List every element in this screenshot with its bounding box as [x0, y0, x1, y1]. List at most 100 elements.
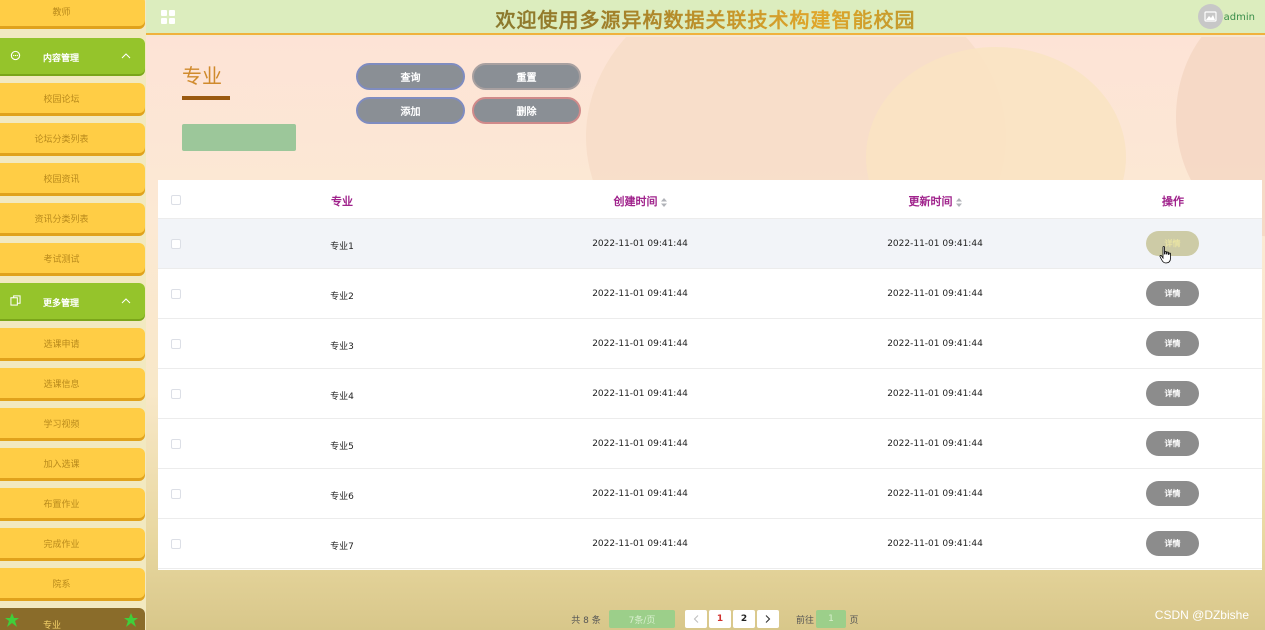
- cell-created: 2022-11-01 09:41:44: [592, 389, 688, 399]
- table-row[interactable]: 专业5 2022-11-01 09:41:44 2022-11-01 09:41…: [158, 419, 1262, 469]
- page-size-select[interactable]: 7条/页: [609, 610, 675, 628]
- sidebar-item-campus-forum[interactable]: 校园论坛: [0, 83, 145, 113]
- app-title: 欢迎使用多源异构数据关联技术构建智能校园: [146, 4, 1265, 33]
- row-checkbox[interactable]: [171, 289, 181, 299]
- cell-updated: 2022-11-01 09:41:44: [887, 489, 983, 499]
- sidebar-group-label: 内容管理: [43, 54, 80, 64]
- sidebar-group-label: 更多管理: [43, 299, 80, 309]
- row-checkbox[interactable]: [171, 539, 181, 549]
- cell-created: 2022-11-01 09:41:44: [592, 339, 688, 349]
- chevron-up-icon: [121, 53, 131, 59]
- row-checkbox[interactable]: [171, 489, 181, 499]
- watermark: CSDN @DZbishe: [1154, 608, 1249, 622]
- row-checkbox[interactable]: [171, 239, 181, 249]
- sidebar-item-news-category[interactable]: 资讯分类列表: [0, 203, 145, 233]
- next-page-button[interactable]: [757, 610, 779, 628]
- hand-cursor-icon: [1159, 246, 1171, 264]
- sidebar-group-more-management[interactable]: 更多管理: [0, 283, 145, 319]
- leaf-icon: [5, 613, 19, 627]
- goto-label: 前往: [795, 615, 814, 626]
- sidebar-item-forum-category[interactable]: 论坛分类列表: [0, 123, 145, 153]
- select-all-checkbox[interactable]: [171, 195, 181, 205]
- add-button[interactable]: 添加: [356, 97, 465, 124]
- table-row[interactable]: 专业2 2022-11-01 09:41:44 2022-11-01 09:41…: [158, 269, 1262, 319]
- chevron-up-icon: [121, 298, 131, 304]
- cell-updated: 2022-11-01 09:41:44: [887, 239, 983, 249]
- sidebar-item-complete-homework[interactable]: 完成作业: [0, 528, 145, 558]
- cell-created: 2022-11-01 09:41:44: [592, 239, 688, 249]
- table-row[interactable]: 专业6 2022-11-01 09:41:44 2022-11-01 09:41…: [158, 469, 1262, 519]
- cell-major: 专业6: [330, 492, 354, 502]
- sidebar-item-assign-homework[interactable]: 布置作业: [0, 488, 145, 518]
- cell-major: 专业4: [330, 392, 354, 402]
- query-button[interactable]: 查询: [356, 63, 465, 90]
- cell-created: 2022-11-01 09:41:44: [592, 539, 688, 549]
- cell-created: 2022-11-01 09:41:44: [592, 489, 688, 499]
- goto-page-input[interactable]: 1: [816, 610, 846, 628]
- table-row[interactable]: 专业7 2022-11-01 09:41:44 2022-11-01 09:41…: [158, 519, 1262, 569]
- cell-updated: 2022-11-01 09:41:44: [887, 339, 983, 349]
- leaf-icon: [124, 613, 138, 627]
- detail-button[interactable]: 详情: [1146, 381, 1199, 406]
- cell-major: 专业7: [330, 542, 354, 552]
- sidebar-item-major[interactable]: 专业: [0, 608, 145, 630]
- cell-major: 专业2: [330, 292, 354, 302]
- column-header-operation: 操作: [1162, 195, 1184, 208]
- prev-page-button[interactable]: [685, 610, 707, 628]
- cell-created: 2022-11-01 09:41:44: [592, 289, 688, 299]
- table-row[interactable]: 专业1 2022-11-01 09:41:44 2022-11-01 09:41…: [158, 219, 1262, 269]
- table-row[interactable]: 专业4 2022-11-01 09:41:44 2022-11-01 09:41…: [158, 369, 1262, 419]
- table-row[interactable]: 专业3 2022-11-01 09:41:44 2022-11-01 09:41…: [158, 319, 1262, 369]
- chevron-left-icon: [693, 615, 699, 623]
- reset-button[interactable]: 重置: [472, 63, 581, 90]
- pagination-total: 共 8 条: [571, 615, 601, 626]
- detail-button[interactable]: 详情: [1146, 531, 1199, 556]
- image-placeholder-icon: [1204, 11, 1217, 22]
- sidebar-item-teacher[interactable]: 教师: [0, 0, 145, 26]
- table-header-row: 专业 创建时间 更新时间 操作: [158, 180, 1262, 219]
- sidebar-group-content-management[interactable]: 内容管理: [0, 38, 145, 74]
- goto-suffix: 页: [849, 615, 859, 626]
- avatar[interactable]: [1198, 4, 1223, 29]
- cell-major: 专业1: [330, 242, 354, 252]
- sidebar-item-course-apply[interactable]: 选课申请: [0, 328, 145, 358]
- delete-button[interactable]: 删除: [472, 97, 581, 124]
- page-number[interactable]: 2: [733, 610, 755, 628]
- detail-button[interactable]: 详情: [1146, 431, 1199, 456]
- cell-updated: 2022-11-01 09:41:44: [887, 439, 983, 449]
- sort-icon[interactable]: [660, 197, 667, 207]
- sort-icon[interactable]: [955, 197, 962, 207]
- column-header-major: 专业: [331, 195, 353, 208]
- chat-bubble-icon: [10, 50, 21, 61]
- sidebar: 教师 内容管理 校园论坛 论坛分类列表 校园资讯 资讯分类列表 考试测试 更多管…: [0, 0, 146, 630]
- copy-icon: [10, 295, 21, 306]
- row-checkbox[interactable]: [171, 339, 181, 349]
- sidebar-item-exam[interactable]: 考试测试: [0, 243, 145, 273]
- detail-button[interactable]: 详情: [1146, 331, 1199, 356]
- cell-updated: 2022-11-01 09:41:44: [887, 389, 983, 399]
- title-underline: [182, 96, 230, 100]
- cell-created: 2022-11-01 09:41:44: [592, 439, 688, 449]
- sidebar-item-department[interactable]: 院系: [0, 568, 145, 598]
- column-header-created[interactable]: 创建时间: [540, 193, 740, 209]
- row-checkbox[interactable]: [171, 389, 181, 399]
- cell-updated: 2022-11-01 09:41:44: [887, 289, 983, 299]
- cell-major: 专业5: [330, 442, 354, 452]
- row-checkbox[interactable]: [171, 439, 181, 449]
- data-table: 专业 创建时间 更新时间 操作 专业1 2022-11-01 09:41:44 …: [158, 180, 1262, 570]
- top-bar: 欢迎使用多源异构数据关联技术构建智能校园 admin: [146, 0, 1265, 35]
- search-input[interactable]: [182, 124, 296, 151]
- sidebar-item-study-video[interactable]: 学习视频: [0, 408, 145, 438]
- page-number[interactable]: 1: [709, 610, 731, 628]
- sidebar-item-campus-news[interactable]: 校园资讯: [0, 163, 145, 193]
- column-header-updated[interactable]: 更新时间: [835, 193, 1035, 209]
- page-title: 专业: [182, 64, 222, 88]
- chevron-right-icon: [765, 615, 771, 623]
- cell-major: 专业3: [330, 342, 354, 352]
- sidebar-item-join-course[interactable]: 加入选课: [0, 448, 145, 478]
- detail-button[interactable]: 详情: [1146, 281, 1199, 306]
- sidebar-item-course-info[interactable]: 选课信息: [0, 368, 145, 398]
- cell-updated: 2022-11-01 09:41:44: [887, 539, 983, 549]
- detail-button[interactable]: 详情: [1146, 481, 1199, 506]
- user-name[interactable]: admin: [1224, 12, 1255, 23]
